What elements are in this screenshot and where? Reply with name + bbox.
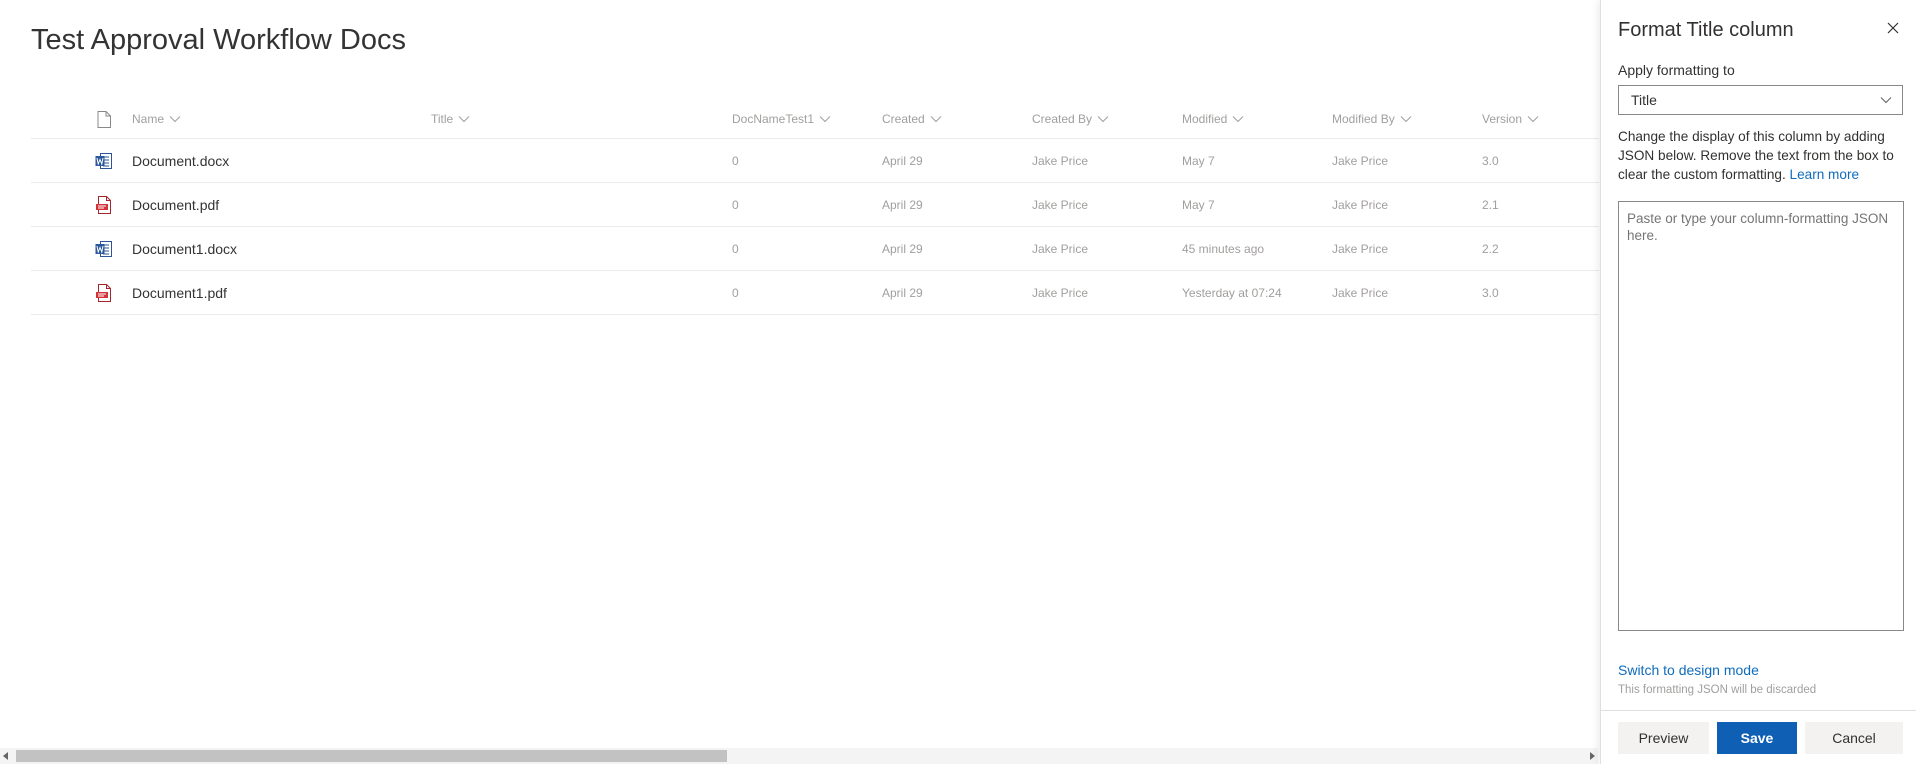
column-header-label: Created By [1032, 112, 1093, 126]
apply-formatting-dropdown[interactable]: Title [1618, 85, 1903, 115]
table-row[interactable]: Document.pdf 0 April 29 Jake Price May 7 Jake… [31, 183, 1599, 227]
chevron-down-icon [169, 116, 181, 123]
word-doc-icon [89, 139, 119, 182]
cell-modified: May 7 [1182, 197, 1215, 212]
cell-docname: 0 [732, 197, 739, 212]
cell-modified-by[interactable]: Jake Price [1332, 227, 1388, 270]
panel-description: Change the display of this column by add… [1618, 127, 1914, 184]
pdf-doc-icon [89, 271, 119, 314]
column-header-label: Modified [1182, 112, 1228, 126]
cell-version: 2.2 [1482, 241, 1499, 256]
save-button[interactable]: Save [1717, 722, 1797, 754]
scroll-right-icon[interactable] [1590, 752, 1595, 760]
json-formatting-input[interactable] [1618, 201, 1904, 631]
switch-to-design-mode-link[interactable]: Switch to design mode [1618, 662, 1759, 678]
column-header-created[interactable]: Created [882, 100, 942, 138]
cell-docname: 0 [732, 153, 739, 168]
document-list: Name Title DocNameTest1 Created Created … [31, 100, 1599, 315]
scrollbar-thumb[interactable] [16, 750, 727, 762]
file-name-link[interactable]: Document.docx [132, 139, 229, 182]
column-header-modified[interactable]: Modified [1182, 100, 1244, 138]
footer-divider [1601, 710, 1916, 711]
table-row[interactable]: Document.docx 0 April 29 Jake Price May 7 Jak… [31, 139, 1599, 183]
column-header-title[interactable]: Title [431, 100, 470, 138]
table-row[interactable]: Document1.pdf 0 April 29 Jake Price Yesterda… [31, 271, 1599, 315]
file-name-link[interactable]: Document.pdf [132, 183, 219, 226]
cell-modified: 45 minutes ago [1182, 241, 1265, 256]
column-header-name[interactable]: Name [132, 100, 181, 138]
cell-created-by[interactable]: Jake Price [1032, 139, 1088, 182]
cell-modified: May 7 [1182, 153, 1215, 168]
column-header-modified-by[interactable]: Modified By [1332, 100, 1412, 138]
scroll-left-icon[interactable] [3, 752, 8, 760]
cell-version: 2.1 [1482, 197, 1499, 212]
discard-note: This formatting JSON will be discarded [1618, 684, 1817, 696]
format-column-panel: Format Title column Apply formatting to … [1600, 0, 1916, 764]
panel-title: Format Title column [1618, 19, 1794, 41]
chevron-down-icon [458, 116, 470, 123]
page-title: Test Approval Workflow Docs [31, 24, 406, 56]
column-header-created-by[interactable]: Created By [1032, 100, 1109, 138]
column-header-label: DocNameTest1 [732, 112, 815, 126]
column-header-docname[interactable]: DocNameTest1 [732, 100, 831, 138]
chevron-down-icon [819, 116, 831, 123]
close-icon[interactable] [1883, 18, 1903, 38]
cancel-button[interactable]: Cancel [1805, 722, 1903, 754]
dropdown-selected-value: Title [1631, 92, 1657, 108]
horizontal-scrollbar[interactable] [0, 748, 1598, 764]
chevron-down-icon [1233, 116, 1244, 123]
pdf-doc-icon [89, 183, 119, 226]
apply-formatting-label: Apply formatting to [1618, 62, 1735, 78]
list-header: Name Title DocNameTest1 Created Created … [31, 100, 1599, 139]
cell-modified: Yesterday at 07:24 [1182, 285, 1282, 300]
cell-created: April 29 [882, 153, 923, 168]
column-header-label: Title [431, 112, 454, 126]
chevron-down-icon [1097, 116, 1109, 123]
library-view: Test Approval Workflow Docs Name Title D… [0, 0, 1600, 764]
chevron-down-icon [930, 116, 942, 123]
learn-more-link[interactable]: Learn more [1790, 167, 1860, 182]
cell-created: April 29 [882, 285, 923, 300]
column-header-label: Version [1482, 112, 1523, 126]
cell-docname: 0 [732, 241, 739, 256]
cell-created: April 29 [882, 197, 923, 212]
cell-modified-by[interactable]: Jake Price [1332, 139, 1388, 182]
column-header-label: Name [132, 112, 165, 126]
column-header-label: Created [882, 112, 925, 126]
cell-modified-by[interactable]: Jake Price [1332, 183, 1388, 226]
chevron-down-icon [1880, 97, 1892, 104]
column-header-version[interactable]: Version [1482, 100, 1539, 138]
file-name-link[interactable]: Document1.pdf [132, 271, 227, 314]
column-header-label: Modified By [1332, 112, 1395, 126]
cell-created-by[interactable]: Jake Price [1032, 183, 1088, 226]
cell-version: 3.0 [1482, 153, 1499, 168]
file-name-link[interactable]: Document1.docx [132, 227, 237, 270]
table-row[interactable]: Document1.docx 0 April 29 Jake Price 45 minu… [31, 227, 1599, 271]
cell-modified-by[interactable]: Jake Price [1332, 271, 1388, 314]
file-type-icon [97, 110, 111, 128]
cell-docname: 0 [732, 285, 739, 300]
cell-version: 3.0 [1482, 285, 1499, 300]
cell-created: April 29 [882, 241, 923, 256]
file-type-column-header[interactable] [89, 100, 119, 138]
document-rows: Document.docx 0 April 29 Jake Price May 7 Jak… [31, 139, 1599, 315]
word-doc-icon [89, 227, 119, 270]
preview-button[interactable]: Preview [1618, 722, 1709, 754]
cell-created-by[interactable]: Jake Price [1032, 271, 1088, 314]
cell-created-by[interactable]: Jake Price [1032, 227, 1088, 270]
chevron-down-icon [1400, 116, 1412, 123]
chevron-down-icon [1527, 116, 1539, 123]
